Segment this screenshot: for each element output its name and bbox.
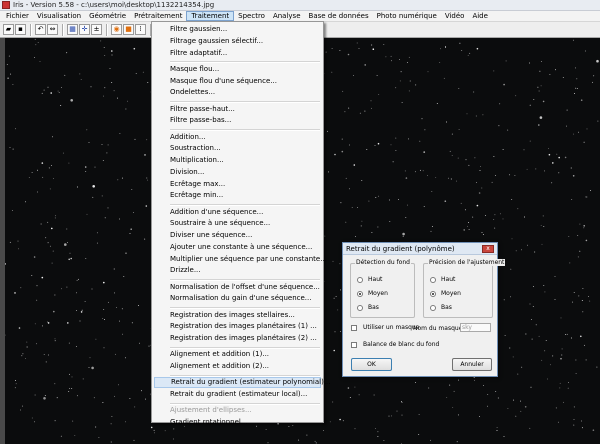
mask-name-input[interactable]: sky — [460, 323, 491, 332]
white-balance-label: Balance de blanc du fond — [363, 341, 440, 348]
menu-item-25[interactable]: Alignement et addition (1)... — [154, 349, 321, 360]
menu-item-14[interactable]: Addition d'une séquence... — [154, 207, 321, 218]
use-mask-label: Utiliser un masque — [363, 324, 420, 331]
menu-item-19[interactable]: Drizzle... — [154, 265, 321, 276]
toolbar-separator — [30, 23, 32, 36]
precision-radio-moyen[interactable]: Moyen — [430, 290, 461, 297]
iris-app-icon — [2, 1, 10, 9]
menu-video[interactable]: Vidéo — [441, 11, 469, 21]
grid-icon[interactable]: ▦ — [67, 24, 78, 35]
menu-fichier[interactable]: Fichier — [2, 11, 33, 21]
mask-name-label: Nom du masque : — [413, 325, 467, 332]
dialog-title-bar: Retrait du gradient (polynôme) x — [343, 243, 497, 255]
detection-radio-moyen[interactable]: Moyen — [357, 290, 388, 297]
radio-label: Haut — [368, 276, 383, 283]
menu-item-4[interactable]: Masque flou d'une séquence... — [154, 76, 321, 87]
detection-radio-bas[interactable]: Bas — [357, 304, 379, 311]
radio-label: Bas — [368, 304, 379, 311]
menu-item-10[interactable]: Multiplication... — [154, 155, 321, 166]
use-mask-checkbox-row[interactable]: Utiliser un masque — [351, 324, 419, 331]
save-icon[interactable]: ▪ — [15, 24, 26, 35]
menu-item-23[interactable]: Registration des images planétaires (1) … — [154, 321, 321, 332]
close-icon[interactable]: x — [482, 245, 494, 253]
radio-label: Moyen — [441, 290, 461, 297]
left-frame-strip — [0, 38, 5, 444]
detection-radio-haut[interactable]: Haut — [357, 276, 382, 283]
menu-item-27[interactable]: Retrait du gradient (estimateur polynomi… — [154, 377, 331, 389]
menu-item-6[interactable]: Filtre passe-haut... — [154, 104, 321, 115]
use-mask-checkbox[interactable] — [351, 324, 357, 331]
menu-item-22[interactable]: Registration des images stellaires... — [154, 310, 321, 321]
menu-spectro[interactable]: Spectro — [234, 11, 269, 21]
menu-item-7[interactable]: Filtre passe-bas... — [154, 115, 321, 126]
toolbar-separator — [62, 23, 64, 36]
detection-legend: Détection du fond — [355, 259, 411, 266]
gradient-removal-dialog: Retrait du gradient (polynôme) x Détecti… — [342, 242, 506, 377]
zoom-icon[interactable]: ± — [91, 24, 102, 35]
menu-item-5[interactable]: Ondelettes... — [154, 87, 321, 98]
precision-radio-haut[interactable]: Haut — [430, 276, 455, 283]
menu-item-17[interactable]: Ajouter une constante à une séquence... — [154, 242, 321, 253]
menu-item-26[interactable]: Alignement et addition (2)... — [154, 361, 321, 372]
menu-item-20[interactable]: Normalisation de l'offset d'une séquence… — [154, 282, 321, 293]
square-icon[interactable]: ■ — [123, 24, 134, 35]
radio-label: Bas — [441, 304, 452, 311]
target-icon[interactable]: ◉ — [111, 24, 122, 35]
menu-item-16[interactable]: Diviser une séquence... — [154, 230, 321, 241]
menu-base-de-donnees[interactable]: Base de données — [305, 11, 373, 21]
menu-aide[interactable]: Aide — [468, 11, 491, 21]
menu-item-21[interactable]: Normalisation du gain d'une séquence... — [154, 293, 321, 304]
menu-photo-numerique[interactable]: Photo numérique — [373, 11, 441, 21]
menu-item-15[interactable]: Soustraire à une séquence... — [154, 218, 321, 229]
menu-item-30[interactable]: Gradient rotationnel... — [154, 417, 321, 428]
precision-group: Précision de l'ajustement Haut Moyen Bas — [423, 259, 506, 318]
radio-button[interactable] — [430, 290, 436, 297]
menu-item-18[interactable]: Multiplier une séquence par une constant… — [154, 254, 327, 265]
menu-traitement[interactable]: Traitement — [186, 11, 235, 21]
radio-label: Moyen — [368, 290, 388, 297]
window-title: Iris - Version 5.58 - c:\users\moi\deskt… — [13, 1, 215, 9]
precision-radio-bas[interactable]: Bas — [430, 304, 452, 311]
radio-button[interactable] — [357, 290, 363, 297]
traitement-menu: Filtre gaussien... Filtrage gaussien séle… — [151, 21, 331, 426]
detection-group: Détection du fond Haut Moyen Bas — [350, 259, 415, 318]
menu-item-8[interactable]: Addition... — [154, 132, 321, 143]
menu-analyse[interactable]: Analyse — [269, 11, 305, 21]
menu-item-28[interactable]: Retrait du gradient (estimateur local)..… — [154, 389, 321, 400]
menu-item-3[interactable]: Masque flou... — [154, 64, 321, 75]
dialog-title: Retrait du gradient (polynôme) — [346, 245, 455, 253]
menu-item-11[interactable]: Division... — [154, 167, 321, 178]
resize-icon[interactable]: ⇔ — [47, 24, 58, 35]
menu-pretraitement[interactable]: Prétraitement — [130, 11, 186, 21]
menu-item-29: Ajustement d'ellipses... — [170, 406, 252, 415]
cancel-button[interactable]: Annuler — [452, 358, 492, 371]
menu-item-13[interactable]: Ecrêtage min... — [154, 190, 321, 201]
menu-item-12[interactable]: Ecrêtage max... — [154, 179, 321, 190]
menu-item-0[interactable]: Filtre gaussien... — [154, 24, 321, 35]
menu-item-24[interactable]: Registration des images planétaires (2) … — [154, 333, 321, 344]
radio-button[interactable] — [430, 276, 436, 283]
ok-button[interactable]: OK — [351, 358, 392, 371]
threshold-icon[interactable]: ⁞ — [135, 24, 146, 35]
radio-button[interactable] — [357, 304, 363, 311]
radio-button[interactable] — [357, 276, 363, 283]
menu-item-9[interactable]: Soustraction... — [154, 143, 321, 154]
menu-visualisation[interactable]: Visualisation — [33, 11, 85, 21]
undo-icon[interactable]: ↶ — [35, 24, 46, 35]
menu-item-1[interactable]: Filtrage gaussien sélectif... — [154, 36, 321, 47]
open-folder-icon[interactable]: ▰ — [3, 24, 14, 35]
white-balance-checkbox[interactable] — [351, 341, 357, 348]
precision-legend: Précision de l'ajustement — [428, 259, 506, 266]
radio-button[interactable] — [430, 304, 436, 311]
white-balance-checkbox-row[interactable]: Balance de blanc du fond — [351, 341, 439, 348]
title-bar: Iris - Version 5.58 - c:\users\moi\deskt… — [0, 0, 600, 11]
toolbar-separator — [106, 23, 108, 36]
move-icon[interactable]: ✛ — [79, 24, 90, 35]
radio-label: Haut — [441, 276, 456, 283]
menu-geometrie[interactable]: Géométrie — [85, 11, 130, 21]
menu-item-2[interactable]: Filtre adaptatif... — [154, 48, 321, 59]
